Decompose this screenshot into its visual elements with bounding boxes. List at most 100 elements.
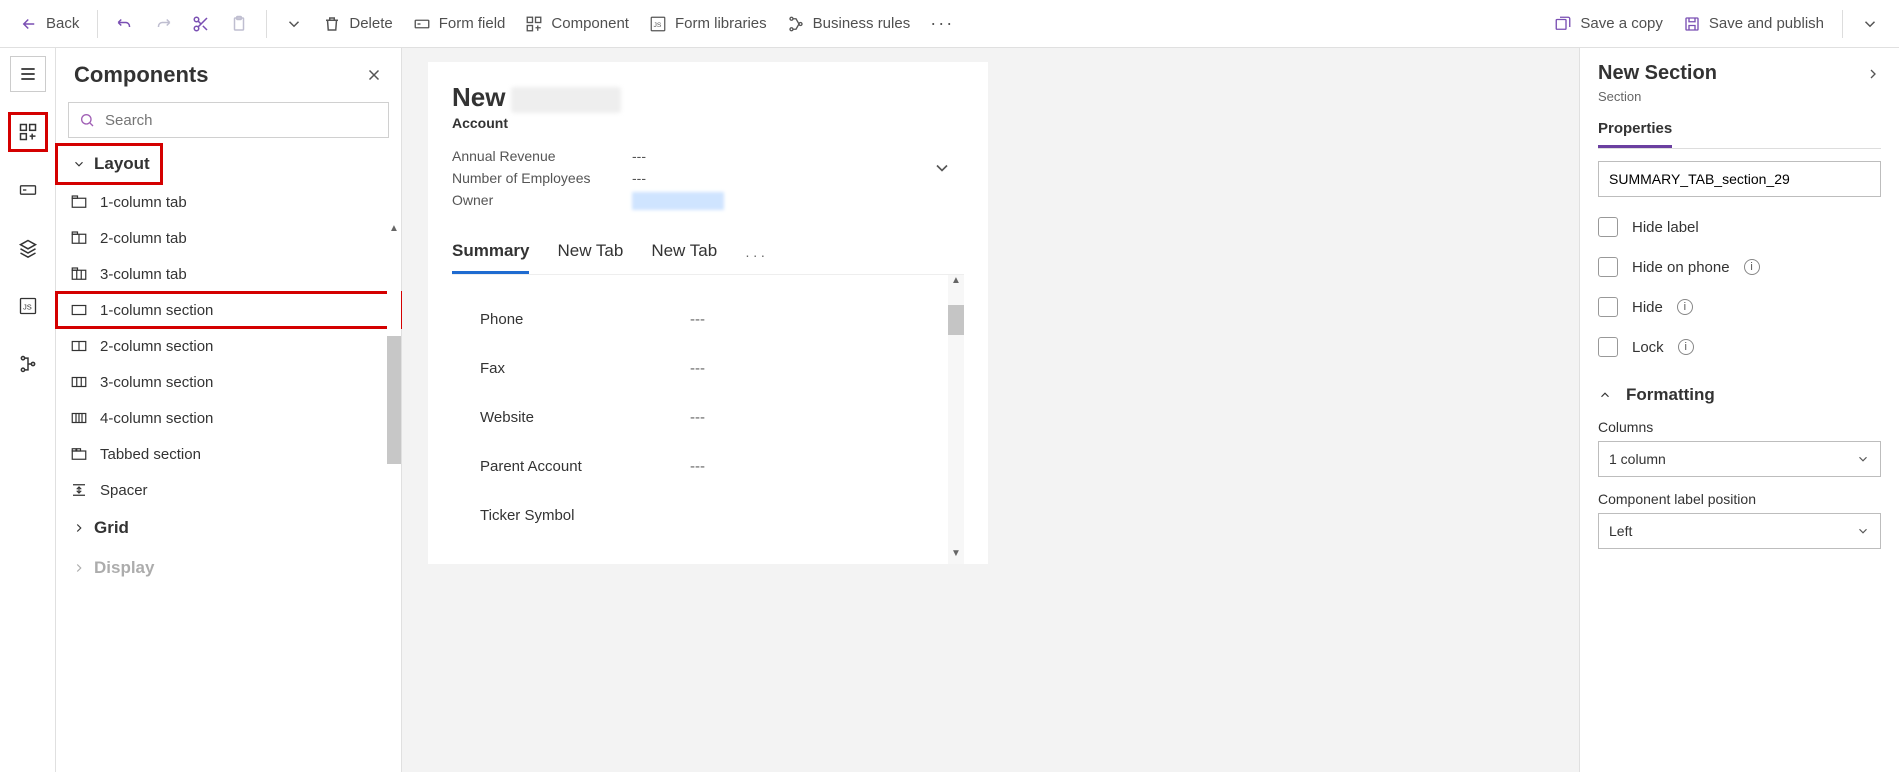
checkbox[interactable] <box>1598 337 1618 357</box>
field-parent-account-label: Parent Account <box>480 458 690 475</box>
rail-layers-button[interactable] <box>10 230 46 266</box>
info-icon[interactable]: i <box>1744 259 1760 275</box>
layout-category[interactable]: Layout <box>56 144 162 184</box>
redacted-name <box>511 87 621 113</box>
check-lock[interactable]: Lock i <box>1598 337 1881 357</box>
checkbox[interactable] <box>1598 257 1618 277</box>
rail-js-button[interactable]: JS <box>10 288 46 324</box>
field-phone-value[interactable]: --- <box>690 311 705 328</box>
scrollbar-thumb[interactable] <box>387 336 401 464</box>
item-label: 1-column tab <box>100 194 187 211</box>
item-1-column-tab[interactable]: 1-column tab <box>56 184 401 220</box>
section-name-input[interactable] <box>1598 161 1881 197</box>
form-body[interactable]: Phone--- Fax--- Website--- Parent Accoun… <box>452 274 964 564</box>
layout-label: Layout <box>94 154 150 174</box>
formatting-header[interactable]: Formatting <box>1598 385 1881 405</box>
top-toolbar: Back Delete Form field Component JS Form… <box>0 0 1899 48</box>
check-hide-phone[interactable]: Hide on phone i <box>1598 257 1881 277</box>
delete-button[interactable]: Delete <box>315 9 400 39</box>
tab1-icon <box>70 193 88 211</box>
chevron-down-icon <box>1861 15 1879 33</box>
business-rules-label: Business rules <box>813 15 911 32</box>
flow-icon <box>787 15 805 33</box>
paste-button[interactable] <box>222 9 256 39</box>
form-libraries-button[interactable]: JS Form libraries <box>641 9 775 39</box>
save-publish-button[interactable]: Save and publish <box>1675 9 1832 39</box>
checkbox[interactable] <box>1598 217 1618 237</box>
form-scrollbar-thumb[interactable] <box>948 305 964 335</box>
check-hide-label[interactable]: Hide label <box>1598 217 1881 237</box>
item-3-column-section[interactable]: 3-column section <box>56 364 401 400</box>
redo-button[interactable] <box>146 9 180 39</box>
components-icon <box>18 122 38 142</box>
cut-button[interactable] <box>184 9 218 39</box>
rail-menu-button[interactable] <box>10 56 46 92</box>
properties-tab[interactable]: Properties <box>1598 116 1672 148</box>
checkbox[interactable] <box>1598 297 1618 317</box>
close-icon[interactable] <box>365 66 383 84</box>
toolbar-divider <box>97 10 98 38</box>
item-2-column-section[interactable]: 2-column section <box>56 328 401 364</box>
info-icon[interactable]: i <box>1677 299 1693 315</box>
field-website-value[interactable]: --- <box>690 409 705 426</box>
field-fax-value[interactable]: --- <box>690 360 705 377</box>
form-libraries-label: Form libraries <box>675 15 767 32</box>
left-rail: JS <box>0 48 56 772</box>
clp-dropdown[interactable]: Left <box>1598 513 1881 549</box>
form-field-label: Form field <box>439 15 506 32</box>
chevron-right-icon <box>72 521 86 535</box>
properties-panel: New Section Section Properties Hide labe… <box>1579 48 1899 772</box>
svg-text:JS: JS <box>653 22 661 29</box>
toolbar-more-button[interactable]: ··· <box>922 7 962 40</box>
item-4-column-section[interactable]: 4-column section <box>56 400 401 436</box>
form-tabs: Summary New Tab New Tab ··· <box>452 235 964 274</box>
chevron-up-icon <box>1598 388 1612 402</box>
item-tabbed-section[interactable]: Tabbed section <box>56 436 401 472</box>
item-spacer[interactable]: Spacer <box>56 472 401 508</box>
component-button[interactable]: Component <box>517 9 637 39</box>
chevron-down-icon <box>72 157 86 171</box>
rail-components-button[interactable] <box>10 114 46 150</box>
search-input[interactable] <box>103 111 378 130</box>
tab-new-2[interactable]: New Tab <box>651 235 717 274</box>
chevron-right-icon[interactable] <box>1865 66 1881 82</box>
clp-label: Component label position <box>1598 491 1881 507</box>
svg-text:JS: JS <box>23 302 32 311</box>
form-field-button[interactable]: Form field <box>405 9 514 39</box>
tab-new-1[interactable]: New Tab <box>557 235 623 274</box>
back-button[interactable]: Back <box>12 9 87 39</box>
undo-button[interactable] <box>108 9 142 39</box>
business-rules-button[interactable]: Business rules <box>779 9 919 39</box>
save-copy-button[interactable]: Save a copy <box>1546 9 1671 39</box>
item-3-column-tab[interactable]: 3-column tab <box>56 256 401 292</box>
components-search[interactable] <box>68 102 389 138</box>
field-parent-account-value[interactable]: --- <box>690 458 705 475</box>
chevron-down-icon <box>285 15 303 33</box>
tab-summary[interactable]: Summary <box>452 235 529 274</box>
annual-revenue-label: Annual Revenue <box>452 148 612 164</box>
info-icon[interactable]: i <box>1678 339 1694 355</box>
spacer-icon <box>70 481 88 499</box>
grid-category[interactable]: Grid <box>56 508 401 548</box>
columns-dropdown[interactable]: 1 column <box>1598 441 1881 477</box>
components-scrollbar[interactable]: ▲ <box>387 222 401 492</box>
form-body-scrollbar[interactable]: ▲ ▼ <box>948 275 964 564</box>
form-card[interactable]: New Account Annual Revenue --- Number of… <box>428 62 988 564</box>
rail-tree-button[interactable] <box>10 346 46 382</box>
save-publish-dropdown[interactable] <box>1853 9 1887 39</box>
rail-formfield-button[interactable] <box>10 172 46 208</box>
layout-items: 1-column tab 2-column tab 3-column tab 1… <box>56 184 401 508</box>
display-category[interactable]: Display <box>56 548 401 588</box>
tabs-more-button[interactable]: ··· <box>745 247 768 263</box>
item-2-column-tab[interactable]: 2-column tab <box>56 220 401 256</box>
item-1-column-section[interactable]: 1-column section <box>56 292 401 328</box>
hamburger-icon <box>18 64 38 84</box>
item-label: 3-column tab <box>100 266 187 283</box>
entity-label: Account <box>452 115 964 131</box>
chevron-down-icon[interactable] <box>932 158 952 178</box>
check-label: Hide <box>1632 299 1663 316</box>
check-hide[interactable]: Hide i <box>1598 297 1881 317</box>
chevron-down-icon <box>1856 452 1870 466</box>
paste-dropdown[interactable] <box>277 9 311 39</box>
check-label: Hide on phone <box>1632 259 1730 276</box>
